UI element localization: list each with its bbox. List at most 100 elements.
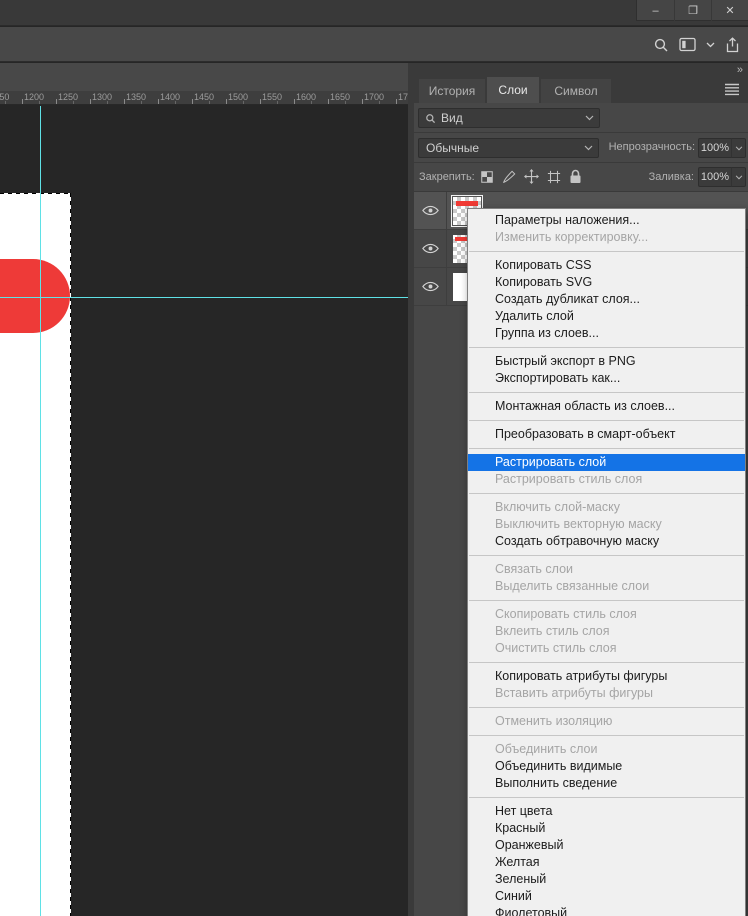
horizontal-guide[interactable] [0, 297, 408, 298]
ruler-label: 1300 [92, 92, 112, 102]
menu-item[interactable]: Копировать CSS [468, 257, 745, 274]
blend-mode-row: Обычные Непрозрачность: 100% [414, 133, 748, 163]
menu-item[interactable]: Нет цвета [468, 803, 745, 820]
menu-separator [469, 251, 744, 252]
options-bar [0, 27, 748, 62]
fill-input[interactable]: 100% [698, 167, 732, 187]
tab-layers[interactable]: Слои [487, 77, 539, 103]
menu-item: Объединить слои [468, 741, 745, 758]
ruler-tick [192, 99, 193, 104]
fill-dropdown-button[interactable] [731, 167, 746, 187]
menu-item[interactable]: Желтая [468, 854, 745, 871]
layer-3-visibility-toggle[interactable] [414, 268, 447, 305]
menu-item[interactable]: Параметры наложения... [468, 212, 745, 229]
ruler-tick [294, 99, 295, 104]
workspace-switcher-icon[interactable] [679, 37, 696, 52]
opacity-input[interactable]: 100% [698, 138, 732, 158]
layer-1-visibility-toggle[interactable] [414, 192, 447, 229]
menu-item[interactable]: Создать обтравочную маску [468, 533, 745, 550]
menu-separator [469, 420, 744, 421]
panel-menu-icon[interactable] [724, 83, 740, 96]
tab-character[interactable]: Символ [541, 79, 611, 103]
menu-item[interactable]: Монтажная область из слоев... [468, 398, 745, 415]
ruler-label: 1600 [296, 92, 316, 102]
lock-position-icon[interactable] [524, 169, 539, 184]
menu-separator [469, 347, 744, 348]
opacity-label: Непрозрачность: [603, 133, 695, 162]
window-controls: – ❐ ✕ [636, 0, 748, 21]
opacity-dropdown-button[interactable] [731, 138, 746, 158]
menu-item[interactable]: Создать дубликат слоя... [468, 291, 745, 308]
menu-item[interactable]: Красный [468, 820, 745, 837]
menu-item[interactable]: Объединить видимые [468, 758, 745, 775]
ruler-tick [260, 99, 261, 104]
panel-tab-bar: История Слои Символ [414, 77, 748, 103]
ruler-tick [396, 99, 397, 104]
horizontal-ruler[interactable]: 1150120012501300135014001450150015501600… [0, 91, 408, 105]
ruler-label: 1650 [330, 92, 350, 102]
tab-history[interactable]: История [419, 79, 485, 103]
menu-item[interactable]: Зеленый [468, 871, 745, 888]
lock-image-pixels-icon[interactable] [502, 170, 516, 184]
title-bar: – ❐ ✕ [0, 0, 748, 26]
ruler-tick [226, 99, 227, 104]
menu-item[interactable]: Преобразовать в смарт-объект [468, 426, 745, 443]
menu-item[interactable]: Удалить слой [468, 308, 745, 325]
restore-icon: ❐ [688, 4, 698, 17]
lock-artboard-nesting-icon[interactable] [547, 170, 561, 184]
minimize-icon: – [652, 5, 658, 17]
layer-filter-value: Вид [441, 111, 463, 125]
eye-icon [422, 281, 439, 292]
blend-mode-select[interactable]: Обычные [418, 138, 599, 158]
menu-item[interactable]: Быстрый экспорт в PNG [468, 353, 745, 370]
chevron-down-icon [585, 115, 594, 121]
menu-item[interactable]: Фиолетовый [468, 905, 745, 916]
ruler-tick [22, 99, 23, 104]
restore-button[interactable]: ❐ [674, 0, 711, 21]
selection-marching-ants-right [70, 193, 71, 916]
menu-item: Растрировать стиль слоя [468, 471, 745, 488]
menu-separator [469, 392, 744, 393]
chevron-down-icon [584, 145, 593, 151]
menu-item: Вставить атрибуты фигуры [468, 685, 745, 702]
menu-item: Включить слой-маску [468, 499, 745, 516]
menu-item[interactable]: Копировать SVG [468, 274, 745, 291]
layer-filter-row: Вид T [414, 103, 748, 133]
lock-row: Закрепить: Заливка: 100% [414, 163, 748, 192]
close-button[interactable]: ✕ [711, 0, 748, 21]
ruler-label: 1400 [160, 92, 180, 102]
menu-item[interactable]: Экспортировать как... [468, 370, 745, 387]
menu-item: Очистить стиль слоя [468, 640, 745, 657]
menu-item: Отменить изоляцию [468, 713, 745, 730]
document-header-band [0, 63, 408, 91]
menu-separator [469, 555, 744, 556]
ruler-tick [158, 99, 159, 104]
menu-item[interactable]: Синий [468, 888, 745, 905]
ruler-label: 1450 [194, 92, 214, 102]
ruler-tick [362, 99, 363, 104]
ruler-tick [56, 99, 57, 104]
share-icon[interactable] [725, 37, 740, 53]
minimize-button[interactable]: – [637, 0, 674, 21]
menu-item[interactable]: Оранжевый [468, 837, 745, 854]
lock-all-icon[interactable] [569, 169, 582, 184]
menu-separator [469, 707, 744, 708]
search-icon[interactable] [653, 37, 669, 53]
canvas-area[interactable] [0, 106, 408, 916]
layer-filter-select[interactable]: Вид [418, 108, 600, 128]
lock-transparent-pixels-icon[interactable] [480, 170, 494, 184]
menu-item[interactable]: Выполнить сведение [468, 775, 745, 792]
menu-item[interactable]: Группа из слоев... [468, 325, 745, 342]
layer-2-visibility-toggle[interactable] [414, 230, 447, 267]
workspace-chevron-icon[interactable] [706, 42, 715, 48]
lock-label: Закрепить: [419, 163, 475, 192]
filter-search-icon [425, 113, 436, 124]
ruler-label: 1550 [262, 92, 282, 102]
menu-item: Связать слои [468, 561, 745, 578]
ruler-label: 1200 [24, 92, 44, 102]
vertical-guide[interactable] [40, 106, 41, 916]
collapse-panels-icon[interactable]: » [737, 63, 742, 77]
menu-item[interactable]: Растрировать слой [468, 454, 745, 471]
menu-item[interactable]: Копировать атрибуты фигуры [468, 668, 745, 685]
ruler-tick [328, 99, 329, 104]
